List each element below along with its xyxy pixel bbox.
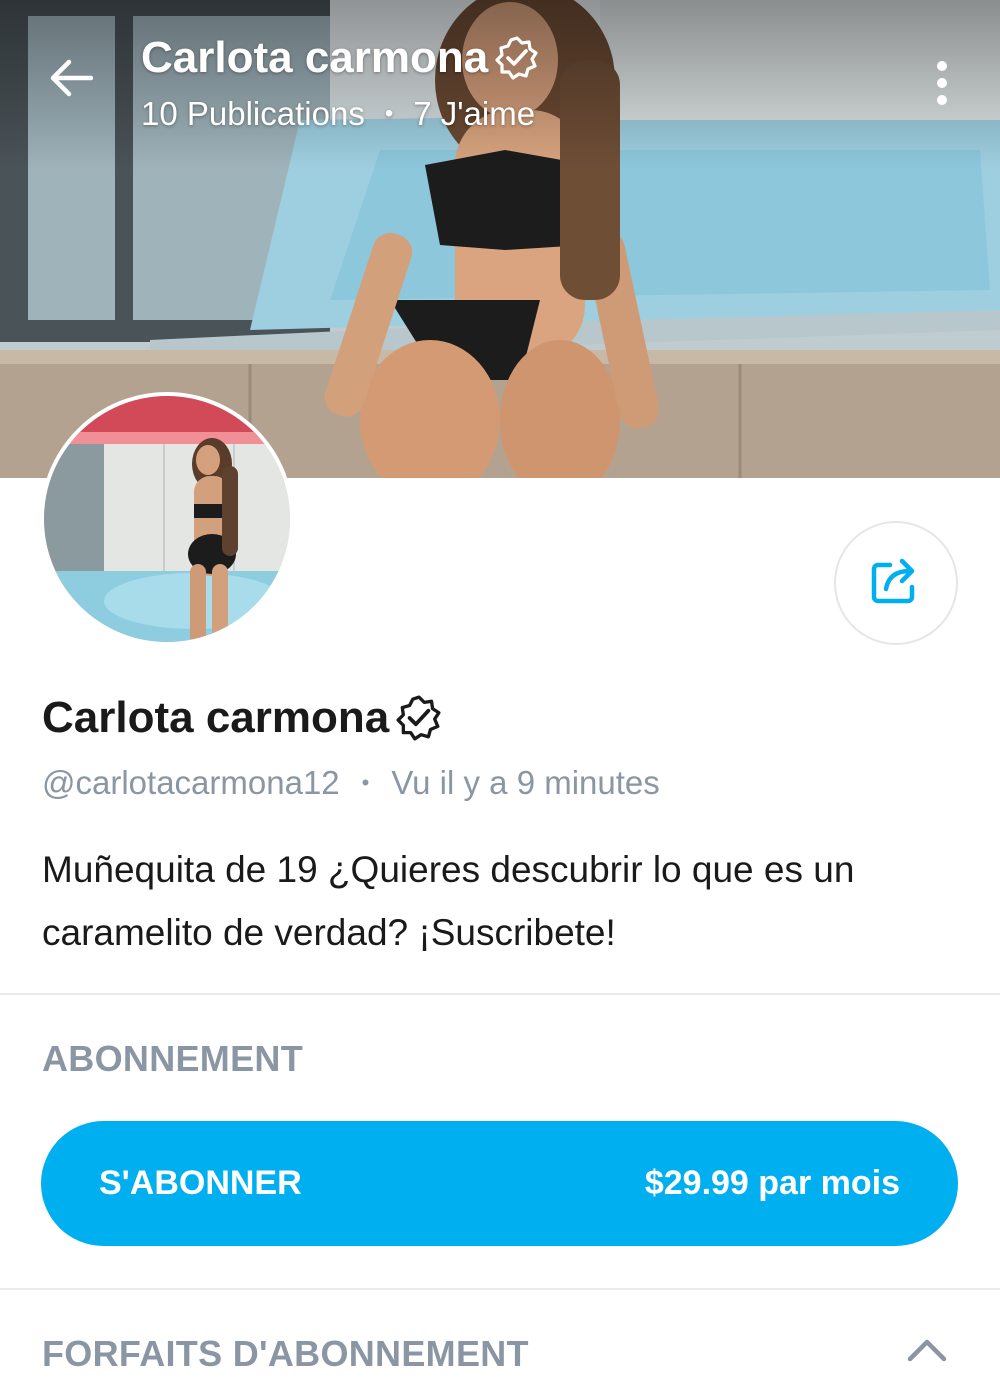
posts-count: 10 Publications — [141, 95, 365, 132]
likes-count: 7 J'aime — [413, 95, 536, 132]
share-icon — [868, 553, 924, 614]
profile-meta: @carlotacarmona12 • Vu il y a 9 minutes — [42, 762, 660, 804]
header-stats: 10 Publications • 7 J'aime — [141, 92, 540, 136]
subscription-title: ABONNEMENT — [42, 1038, 303, 1079]
profile-bio: Muñequita de 19 ¿Quieres descubrir lo qu… — [42, 849, 855, 953]
share-button[interactable] — [834, 521, 958, 645]
header-title: Carlota carmona 10 Publications • 7 J'ai… — [141, 30, 540, 136]
meta-separator: • — [361, 770, 370, 795]
profile-handle: @carlotacarmona12 — [42, 764, 340, 801]
profile-name: Carlota carmona — [42, 693, 390, 742]
subscribe-button[interactable]: S'ABONNER $29.99 par mois — [41, 1121, 958, 1246]
more-menu-button[interactable] — [920, 55, 964, 111]
divider — [0, 993, 1000, 995]
header-name: Carlota carmona — [141, 33, 489, 82]
chevron-up-icon — [906, 1337, 948, 1368]
profile-name-row: Carlota carmona — [42, 690, 443, 746]
verified-badge-icon — [395, 694, 443, 742]
stats-separator: • — [384, 100, 394, 127]
verified-badge-icon — [494, 35, 540, 81]
bundles-title: FORFAITS D'ABONNEMENT — [42, 1333, 529, 1374]
divider — [0, 1288, 1000, 1290]
more-vertical-icon — [937, 61, 947, 105]
subscribe-price: $29.99 par mois — [644, 1164, 900, 1202]
top-bar: Carlota carmona 10 Publications • 7 J'ai… — [0, 0, 1000, 160]
bundles-toggle-button[interactable] — [902, 1330, 952, 1374]
back-button[interactable] — [40, 50, 100, 110]
back-arrow-icon — [47, 58, 94, 103]
subscribe-label: S'ABONNER — [99, 1164, 302, 1202]
last-seen: Vu il y a 9 minutes — [391, 764, 660, 801]
avatar-image — [44, 396, 290, 642]
avatar[interactable] — [40, 392, 294, 646]
